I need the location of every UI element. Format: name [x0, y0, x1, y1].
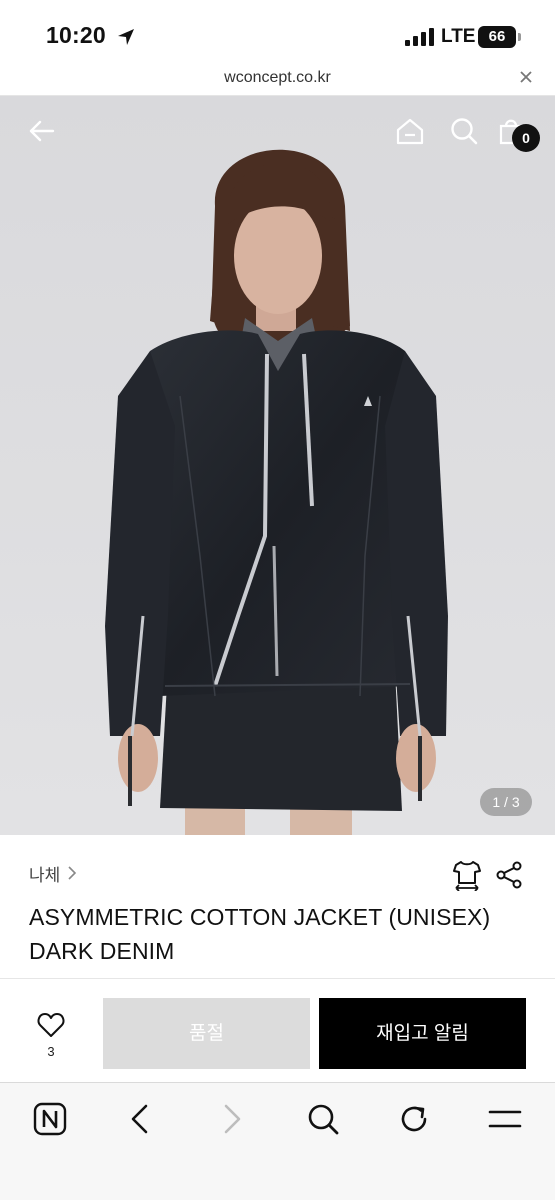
product-image-gallery[interactable] [0, 96, 555, 835]
product-title-line1: ASYMMETRIC COTTON JACKET (UNISEX) [29, 904, 491, 930]
url-text[interactable]: wconcept.co.kr [0, 69, 555, 87]
naver-icon[interactable] [32, 1101, 68, 1137]
battery-cap [518, 33, 521, 41]
browser-toolbar [0, 1082, 555, 1200]
close-icon[interactable] [517, 68, 535, 86]
brand-name[interactable]: 나체 [29, 861, 60, 886]
back-arrow-icon[interactable] [27, 116, 57, 146]
product-title: ASYMMETRIC COTTON JACKET (UNISEX) DARK D… [29, 900, 534, 968]
wishlist-count: 3 [47, 1044, 55, 1059]
product-photo [0, 96, 555, 835]
divider [0, 978, 555, 979]
url-bar[interactable]: wconcept.co.kr [0, 66, 555, 96]
location-arrow-icon [118, 29, 134, 45]
heart-icon[interactable] [37, 1012, 65, 1038]
battery-indicator: 66 [478, 26, 516, 48]
wishlist-button[interactable]: 3 [24, 1008, 78, 1064]
home-icon[interactable] [395, 116, 425, 146]
soldout-button[interactable]: 품절 [103, 998, 310, 1069]
gallery-page-indicator: 1 / 3 [480, 788, 532, 816]
menu-icon[interactable] [487, 1101, 523, 1137]
cart-count-badge[interactable]: 0 [512, 124, 540, 152]
size-guide-icon[interactable] [452, 859, 482, 891]
search-icon[interactable] [305, 1101, 341, 1137]
network-type: LTE [441, 26, 476, 47]
share-icon[interactable] [495, 861, 523, 889]
brand-link[interactable]: 나체 [29, 861, 78, 886]
back-icon[interactable] [122, 1101, 158, 1137]
search-icon[interactable] [449, 116, 479, 146]
restock-alert-button[interactable]: 재입고 알림 [319, 998, 526, 1069]
product-title-line2: DARK DENIM [29, 938, 175, 964]
signal-icon [405, 28, 434, 46]
refresh-icon[interactable] [396, 1101, 432, 1137]
status-time: 10:20 [46, 22, 106, 48]
status-bar: 10:20 LTE 66 [0, 0, 555, 66]
chevron-right-icon [68, 866, 77, 880]
forward-icon[interactable] [214, 1101, 250, 1137]
